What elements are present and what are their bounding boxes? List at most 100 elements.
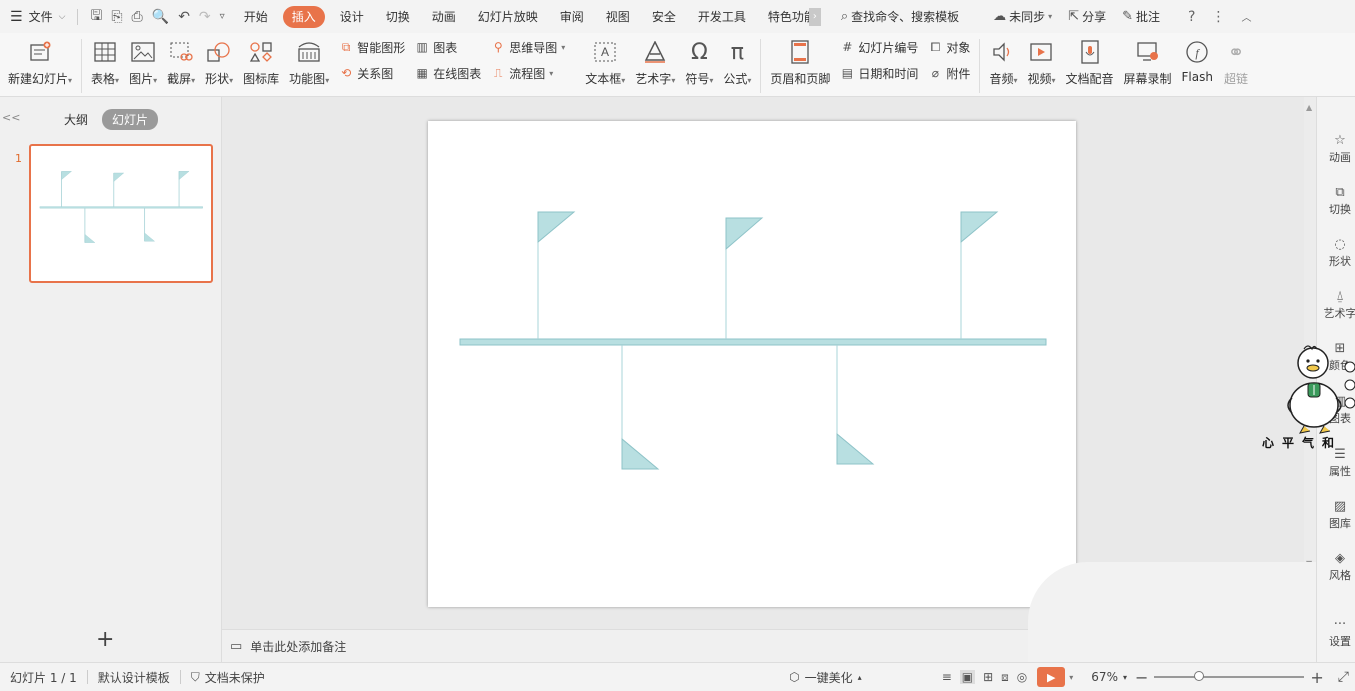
chart-button[interactable]: ▥ 图表	[415, 39, 481, 55]
share-button[interactable]: ⇱ 分享	[1062, 8, 1112, 25]
zoom-slider-handle[interactable]	[1194, 671, 1205, 681]
datetime-button[interactable]: ▤ 日期和时间	[840, 65, 919, 81]
sidebar-item-gallery[interactable]: ▨ 图库	[1317, 499, 1355, 531]
undo-icon[interactable]: ↶	[178, 9, 190, 25]
header-footer-button[interactable]: 页眉和页脚	[765, 37, 835, 93]
sidebar-item-settings[interactable]: ··· 设置	[1317, 617, 1355, 649]
more-icon[interactable]: ⋮	[1205, 9, 1231, 25]
tab-review[interactable]: 审阅	[549, 6, 595, 28]
flash-label: Flash	[1181, 70, 1213, 84]
picture-button[interactable]: 图片▾	[124, 37, 162, 93]
document-protection[interactable]: ⛉ 文档未保护	[181, 669, 275, 686]
sidebar-item-animation[interactable]: ☆ 动画	[1317, 133, 1355, 165]
sidebar-item-shape[interactable]: ◌ 形状	[1317, 237, 1355, 269]
comment-button[interactable]: ✎ 批注	[1116, 8, 1166, 25]
icon-library-label: 图标库	[243, 72, 280, 86]
cloud-save-icon[interactable]: ⎘	[111, 9, 122, 25]
slide-sorter-icon[interactable]: ⊞	[983, 670, 993, 684]
tab-design[interactable]: 设计	[329, 6, 375, 28]
sync-label: 未同步	[1009, 10, 1046, 24]
zoom-out-icon[interactable]: −	[1135, 668, 1148, 687]
zoom-in-icon[interactable]: +	[1310, 668, 1323, 687]
slides-panel: << 大纲 幻灯片 1 +	[0, 97, 222, 662]
sync-status[interactable]: ☁ 未同步 ▾	[987, 8, 1058, 25]
reading-view-icon[interactable]: ⧈	[1001, 670, 1009, 685]
scroll-up-icon[interactable]: ▲	[1306, 103, 1312, 112]
dropdown-arrow-icon: ▾	[671, 76, 676, 85]
screenshot-button[interactable]: 截屏▾	[162, 37, 200, 93]
collapse-ribbon-icon[interactable]: ︿	[1235, 9, 1257, 24]
tab-developer[interactable]: 开发工具	[687, 6, 757, 28]
shield-icon: ⛉	[190, 669, 200, 684]
sidebar-item-transition[interactable]: ⧉ 切换	[1317, 185, 1355, 217]
share-icon: ⇱	[1068, 9, 1080, 24]
tabs-scroll-right-icon[interactable]: ›	[808, 7, 821, 26]
collapse-panel-icon[interactable]: <<	[2, 111, 20, 124]
relation-chart-button[interactable]: ⟲ 关系图	[339, 65, 405, 81]
video-label: 视频	[1027, 72, 1052, 86]
design-template[interactable]: 默认设计模板	[88, 669, 180, 686]
tab-transition[interactable]: 切换	[375, 6, 421, 28]
flowchart-button[interactable]: ⎍ 流程图 ▾	[491, 65, 565, 81]
new-slide-label: 新建幻灯片	[8, 72, 69, 86]
tab-home[interactable]: 开始	[233, 6, 279, 28]
add-slide-button[interactable]: +	[96, 629, 114, 651]
slide-number-button[interactable]: # 幻灯片编号	[840, 39, 918, 55]
tab-view[interactable]: 视图	[595, 6, 641, 28]
save-icon[interactable]: 🖫	[90, 5, 102, 29]
hyperlink-button[interactable]: ⚭ 超链	[1218, 37, 1254, 93]
presenter-view-icon[interactable]: ◎	[1017, 670, 1027, 684]
comment-icon: ✎	[1122, 9, 1133, 24]
help-icon[interactable]: ?	[1182, 9, 1201, 25]
tab-features[interactable]: 特色功能	[757, 6, 809, 28]
sidebar-item-label: 动画	[1329, 151, 1351, 164]
art-text-button[interactable]: 艺术字▾	[630, 37, 680, 93]
redo-icon[interactable]: ↷	[199, 9, 211, 25]
print-icon[interactable]: ⎙	[132, 9, 143, 25]
current-slide[interactable]	[428, 121, 1076, 607]
file-menu[interactable]: ☰ 文件 ⌵	[0, 0, 73, 33]
audio-button[interactable]: 音频▾	[984, 37, 1022, 93]
tab-animation[interactable]: 动画	[421, 6, 467, 28]
doc-dub-button[interactable]: 文档配音	[1061, 37, 1119, 93]
screen-record-button[interactable]: 屏幕录制	[1119, 37, 1177, 93]
formula-button[interactable]: π 公式▾	[718, 37, 756, 93]
zoom-slider[interactable]	[1154, 671, 1305, 681]
tab-insert[interactable]: 插入	[282, 5, 325, 28]
tab-outline[interactable]: 大纲	[58, 109, 94, 130]
symbol-button[interactable]: Ω 符号▾	[680, 37, 718, 93]
fit-window-icon[interactable]: ⤢	[1338, 669, 1349, 685]
video-button[interactable]: 视频▾	[1022, 37, 1060, 93]
notes-toggle-icon[interactable]: ≡	[942, 670, 952, 684]
attachment-button[interactable]: ⌀ 附件	[928, 65, 971, 81]
online-chart-button[interactable]: ▦ 在线图表	[415, 65, 482, 81]
tab-security[interactable]: 安全	[641, 6, 687, 28]
beautify-label: 一键美化	[804, 670, 853, 685]
sidebar-item-style[interactable]: ◈ 风格	[1317, 551, 1355, 583]
command-search[interactable]: ⌕ 查找命令、搜索模板	[835, 8, 965, 25]
flash-button[interactable]: f Flash	[1177, 37, 1218, 93]
slide-thumbnail[interactable]	[29, 144, 213, 283]
play-slideshow-button[interactable]: ▶	[1037, 667, 1066, 687]
normal-view-icon[interactable]: ▣	[959, 670, 976, 684]
icon-library-button[interactable]: 图标库	[238, 37, 284, 93]
chevron-down-icon[interactable]: ▾	[1069, 673, 1073, 682]
shape-button[interactable]: 形状▾	[200, 37, 238, 93]
smart-art-button[interactable]: ⧉ 智能图形	[339, 39, 405, 55]
customize-icon[interactable]: ▿	[220, 11, 225, 22]
new-slide-button[interactable]: 新建幻灯片▾	[0, 37, 77, 93]
function-chart-button[interactable]: 功能图▾	[284, 37, 334, 93]
tab-slides[interactable]: 幻灯片	[102, 109, 159, 130]
new-slide-icon	[27, 39, 53, 65]
dropdown-arrow-icon: ▾	[747, 76, 752, 85]
object-button[interactable]: ⧠ 对象	[928, 39, 971, 55]
tab-slideshow[interactable]: 幻灯片放映	[467, 6, 549, 28]
zoom-level[interactable]: 67% ▾	[1087, 670, 1131, 684]
table-button[interactable]: 表格▾	[86, 37, 124, 93]
sidebar-item-art-text[interactable]: ⍙ 艺术字	[1317, 289, 1355, 321]
mind-map-button[interactable]: ⚲ 思维导图 ▾	[491, 39, 565, 55]
textbox-button[interactable]: A 文本框▾	[580, 37, 630, 93]
print-preview-icon[interactable]: 🔍	[152, 9, 169, 25]
one-click-beautify[interactable]: ⬡ 一键美化 ▴	[779, 669, 872, 686]
gallery-icon: ▨	[1333, 499, 1347, 514]
